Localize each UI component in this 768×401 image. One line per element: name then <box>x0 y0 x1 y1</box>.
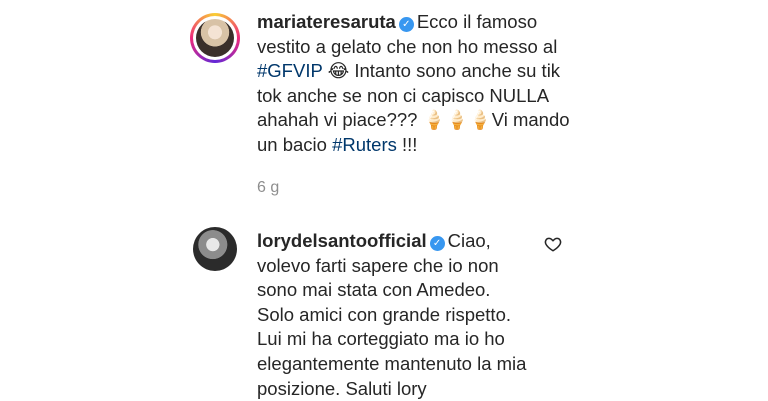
comment-line: Ecco il famoso <box>416 11 538 32</box>
username[interactable]: lorydelsantoofficial <box>257 230 427 251</box>
verified-badge-icon: ✓ <box>398 17 414 32</box>
heart-outline-icon[interactable] <box>544 235 562 253</box>
hashtag-link[interactable]: #GFVIP <box>257 60 322 81</box>
comment-line: posizione. Saluti lory <box>257 377 427 399</box>
avatar[interactable] <box>193 227 237 271</box>
username[interactable]: mariateresaruta <box>257 11 396 32</box>
avatar-photo <box>193 227 237 271</box>
comment-text: lorydelsantoofficial ✓ Ciao, volevo farti … <box>257 229 547 401</box>
comment-line: un bacio <box>257 133 333 155</box>
comment-line: 😂 Intanto sono anche su tik <box>322 60 561 82</box>
hashtag-link[interactable]: #Ruters <box>332 134 397 155</box>
comment-line: sono mai stata con Amedeo. <box>257 279 491 301</box>
avatar <box>196 19 234 57</box>
comment-line: !!! <box>396 133 418 155</box>
comment-line: ahahah vi piace??? 🍦🍦🍦Vi mando <box>257 109 570 131</box>
comment-lorydelsantoofficial: lorydelsantoofficial ✓ Ciao, volevo farti … <box>0 210 768 400</box>
comment-line: tok anche se non ci capisco NULLA <box>257 84 550 106</box>
comment-line: Solo amici con grande rispetto. <box>257 303 511 325</box>
comment-line: vestito a gelato che non ho messo al <box>257 35 558 57</box>
comment-line: Lui mi ha corteggiato ma io ho <box>257 328 505 350</box>
comment-timestamp[interactable]: 6 g <box>257 179 279 197</box>
comment-line: volevo farti sapere che io non <box>257 254 499 276</box>
comment-line: elegantemente mantenuto la mia <box>257 352 527 374</box>
comment-line: Ciao, <box>447 230 491 251</box>
verified-badge-icon: ✓ <box>429 236 445 251</box>
avatar-story-ring[interactable] <box>190 13 240 63</box>
avatar-border <box>193 16 237 60</box>
comment-text: mariateresaruta ✓ Ecco il famoso vestito a… <box>257 10 597 158</box>
comment-mariateresaruta: mariateresaruta ✓ Ecco il famoso vestito a… <box>0 0 768 210</box>
